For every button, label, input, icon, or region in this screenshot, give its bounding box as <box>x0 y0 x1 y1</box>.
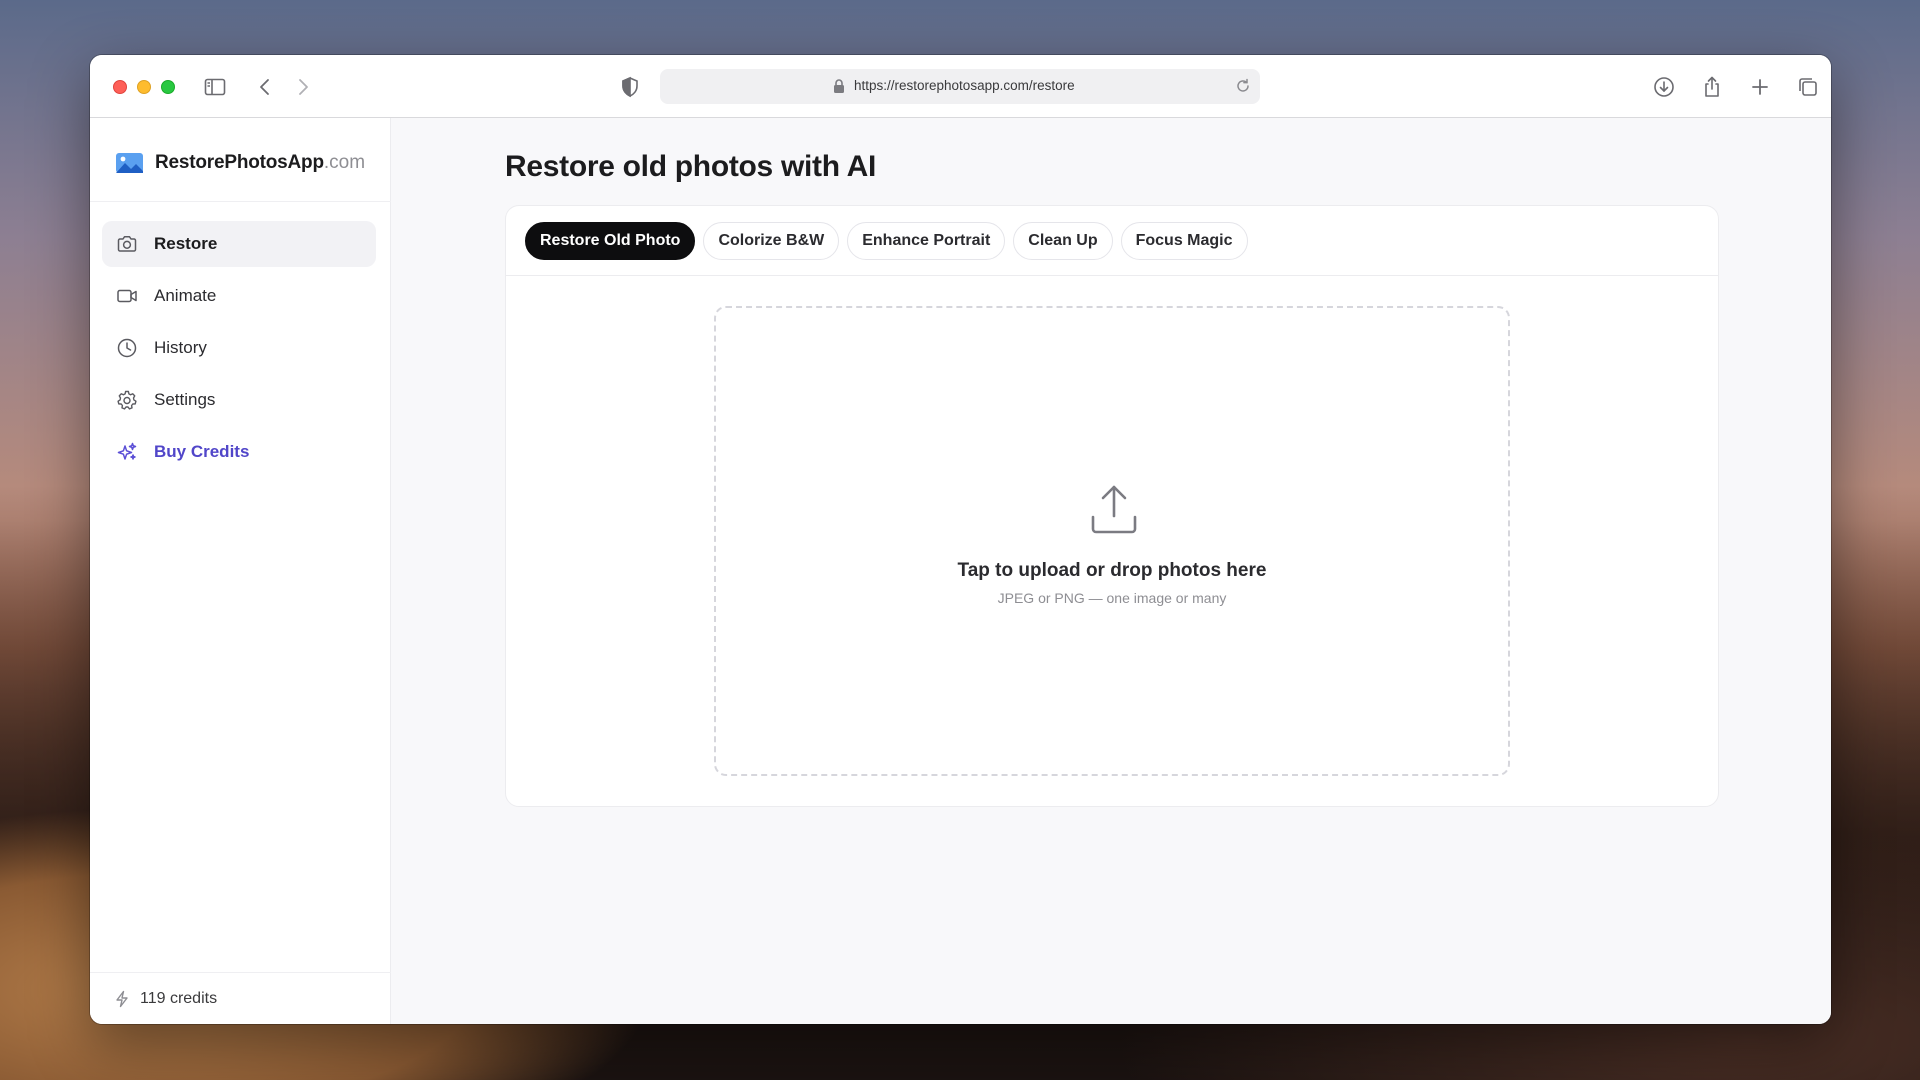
shield-icon[interactable] <box>618 75 642 99</box>
share-icon[interactable] <box>1700 75 1724 99</box>
address-bar[interactable]: https://restorephotosapp.com/restore <box>660 69 1260 104</box>
sidebar: RestorePhotosApp .com Restore Animate Hi… <box>90 118 391 1024</box>
clock-icon <box>116 337 138 359</box>
download-icon[interactable] <box>1652 75 1676 99</box>
sidebar-item-restore[interactable]: Restore <box>102 221 376 267</box>
url-text: https://restorephotosapp.com/restore <box>854 78 1075 93</box>
tab-clean-up[interactable]: Clean Up <box>1013 221 1113 260</box>
sidebar-item-label: Buy Credits <box>154 442 250 461</box>
page-title: Restore old photos with AI <box>505 150 877 183</box>
credits-balance: 119 credits <box>90 972 391 1024</box>
sidebar-toggle-icon[interactable] <box>203 75 227 99</box>
browser-window: https://restorephotosapp.com/restore Res… <box>90 55 1831 1024</box>
sidebar-item-animate[interactable]: Animate <box>102 273 376 319</box>
sidebar-item-settings[interactable]: Settings <box>102 377 376 423</box>
tab-focus-magic[interactable]: Focus Magic <box>1120 221 1248 260</box>
dropzone-title: Tap to upload or drop photos here <box>957 560 1267 581</box>
sidebar-item-label: Settings <box>154 390 216 409</box>
mode-tabs: Restore Old Photo Colorize B&W Enhance P… <box>506 206 1718 276</box>
browser-toolbar: https://restorephotosapp.com/restore <box>90 55 1831 118</box>
brand-name: RestorePhotosApp <box>155 152 324 173</box>
tab-restore-old-photo[interactable]: Restore Old Photo <box>525 221 696 260</box>
minimize-window-button[interactable] <box>137 80 151 94</box>
restore-card: Restore Old Photo Colorize B&W Enhance P… <box>505 205 1719 807</box>
main-content: Restore old photos with AI Restore Old P… <box>391 118 1831 1024</box>
bolt-icon <box>114 990 130 1008</box>
camera-icon <box>116 233 138 255</box>
sidebar-item-label: Restore <box>154 234 218 253</box>
lock-icon <box>832 78 846 94</box>
divider <box>90 201 391 202</box>
gear-icon <box>116 389 138 411</box>
sparkles-icon <box>116 441 138 463</box>
reload-icon[interactable] <box>1234 77 1252 95</box>
brand[interactable]: RestorePhotosApp .com <box>116 148 365 178</box>
sidebar-item-label: History <box>154 338 207 357</box>
sidebar-item-history[interactable]: History <box>102 325 376 371</box>
close-window-button[interactable] <box>113 80 127 94</box>
brand-tld: .com <box>323 152 366 173</box>
sidebar-item-buy-credits[interactable]: Buy Credits <box>102 429 376 475</box>
tab-colorize-bw[interactable]: Colorize B&W <box>703 221 840 260</box>
video-camera-icon <box>116 285 138 307</box>
credits-count: 119 credits <box>140 989 218 1007</box>
tab-enhance-portrait[interactable]: Enhance Portrait <box>847 221 1006 260</box>
upload-dropzone[interactable]: Tap to upload or drop photos here JPEG o… <box>714 306 1510 776</box>
forward-arrow-icon[interactable] <box>291 75 315 99</box>
zoom-window-button[interactable] <box>161 80 175 94</box>
tab-overview-icon[interactable] <box>1796 75 1820 99</box>
back-arrow-icon[interactable] <box>253 75 277 99</box>
upload-icon <box>1089 483 1139 535</box>
sidebar-nav: Restore Animate History Settings Buy Cre… <box>102 221 376 481</box>
new-tab-icon[interactable] <box>1748 75 1772 99</box>
dropzone-subtitle: JPEG or PNG — one image or many <box>997 590 1227 606</box>
landscape-photo-icon <box>116 153 143 173</box>
sidebar-item-label: Animate <box>154 286 217 305</box>
